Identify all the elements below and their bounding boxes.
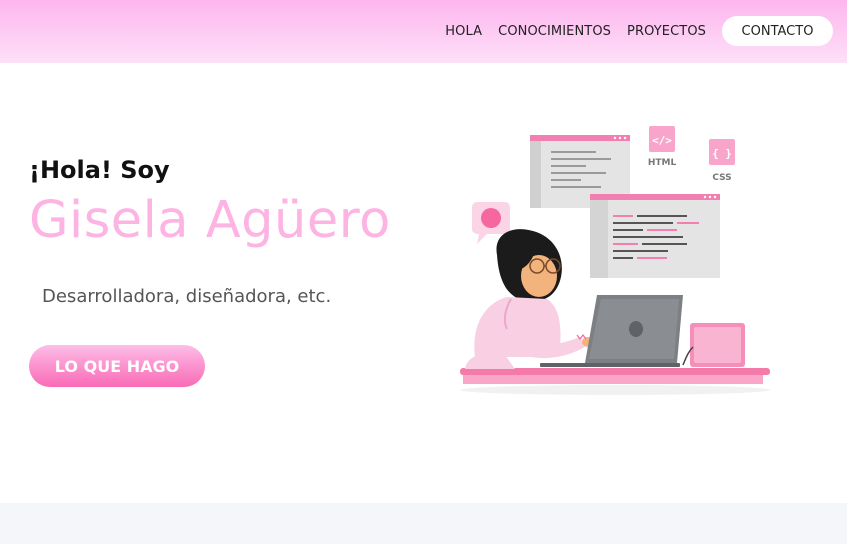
top-navbar: HOLA CONOCIMIENTOS PROYECTOS CONTACTO [0, 0, 847, 63]
svg-text:CSS: CSS [712, 173, 731, 183]
svg-text:HTML: HTML [648, 158, 677, 168]
lo-que-hago-button[interactable]: LO QUE HAGO [29, 345, 205, 387]
contact-button[interactable]: CONTACTO [722, 16, 833, 46]
developer-at-laptop-illustration: </> HTML { } CSS [460, 126, 770, 395]
css-badge-icon: { } CSS [709, 139, 735, 183]
hero-greeting: ¡Hola! Soy [29, 156, 170, 184]
svg-text:{ }: { } [712, 147, 732, 160]
hero-section: ¡Hola! Soy Gisela Agüero Desarrolladora,… [0, 63, 847, 503]
nav-link-hola[interactable]: HOLA [445, 24, 482, 39]
nav-link-proyectos[interactable]: PROYECTOS [627, 24, 706, 39]
tablet-icon [682, 323, 745, 367]
nav-links: HOLA CONOCIMIENTOS PROYECTOS CONTACTO [445, 16, 833, 46]
hero-name: Gisela Agüero [29, 191, 391, 250]
nav-link-conocimientos[interactable]: CONOCIMIENTOS [498, 24, 611, 39]
laptop-icon [540, 295, 683, 367]
html-badge-icon: </> HTML [648, 126, 677, 168]
svg-text:</>: </> [652, 134, 672, 147]
code-window-front-icon [590, 194, 720, 278]
next-section-strip [0, 503, 847, 544]
hero-subtitle: Desarrolladora, diseñadora, etc. [42, 286, 332, 307]
